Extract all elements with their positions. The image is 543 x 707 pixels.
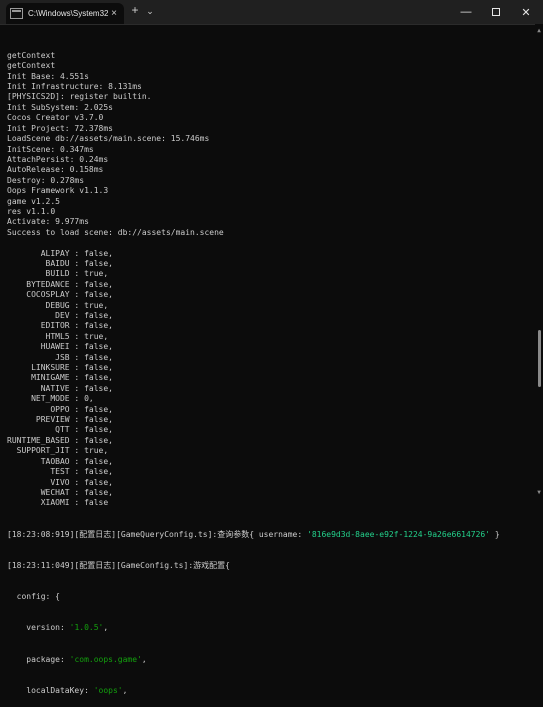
- console-line: Init SubSystem: 2.025s: [7, 102, 113, 112]
- console-line: DEV : false,: [7, 311, 113, 320]
- console-line: LoadScene db://assets/main.scene: 15.746…: [7, 134, 210, 144]
- config-value: 'oops': [93, 685, 123, 695]
- log-line-game-config: [18:23:11:049][配置日志][GameConfig.ts]:游戏配置…: [7, 561, 533, 571]
- console-line: DEBUG : true,: [7, 300, 109, 310]
- config-localdatakey-line: localDataKey: 'oops',: [7, 686, 533, 696]
- console-line: VIVO : false,: [7, 477, 113, 487]
- comma: ,: [103, 623, 109, 633]
- console-line: OPPO : false,: [7, 404, 113, 414]
- console-line: BAIDU : false,: [7, 258, 113, 268]
- console-line: BYTEDANCE : false,: [7, 279, 113, 289]
- config-open-line: config: {: [7, 592, 60, 602]
- console-line: HTML5 : true,: [7, 331, 109, 341]
- console-line: InitScene: 0.347ms: [7, 144, 94, 154]
- title-bar: C:\Windows\System32\cmd.e × + ⌄ — ✕: [0, 0, 543, 25]
- log-suffix: }: [490, 529, 500, 539]
- console-line: NATIVE : false,: [7, 383, 113, 393]
- close-button[interactable]: ✕: [511, 0, 541, 24]
- console-line: Cocos Creator v3.7.0: [7, 113, 104, 123]
- log-timestamp: [18:23:08:919]: [7, 529, 75, 539]
- scroll-up-icon[interactable]: ▲: [535, 27, 543, 35]
- config-value: 'com.oops.game': [69, 654, 142, 664]
- console-line: LINKSURE : false,: [7, 363, 113, 373]
- comma: ,: [141, 654, 147, 664]
- console-line: TAOBAO : false,: [7, 456, 113, 466]
- console-line: game v1.2.5: [7, 196, 60, 206]
- maximize-button[interactable]: [481, 0, 511, 24]
- config-value: '1.0.5': [69, 623, 104, 633]
- new-tab-button[interactable]: +: [128, 3, 142, 17]
- scroll-down-icon[interactable]: ▼: [535, 489, 543, 497]
- comma: ,: [122, 685, 128, 695]
- console-line: AutoRelease: 0.158ms: [7, 165, 104, 175]
- console-line: res v1.1.0: [7, 206, 56, 216]
- config-version-line: version: '1.0.5',: [7, 623, 533, 633]
- console-lines: getContext getContext Init Base: 4.551s Ini…: [7, 51, 533, 509]
- minimize-button[interactable]: —: [451, 0, 481, 24]
- console-line: COCOSPLAY : false,: [7, 290, 113, 300]
- console-line: Init Base: 4.551s: [7, 71, 89, 81]
- maximize-icon: [492, 8, 500, 16]
- console-output[interactable]: getContext getContext Init Base: 4.551s Ini…: [7, 30, 533, 707]
- config-package-line: package: 'com.oops.game',: [7, 655, 533, 665]
- scrollbar-thumb[interactable]: [538, 330, 541, 387]
- tab-close-icon[interactable]: ×: [108, 8, 120, 19]
- console-line: Activate: 9.977ms: [7, 217, 89, 227]
- log-text: [配置日志][GameConfig.ts]:游戏配置{: [74, 560, 230, 570]
- console-line: TEST : false,: [7, 467, 113, 477]
- config-key: version:: [7, 623, 70, 633]
- console-line: Init Project: 72.378ms: [7, 123, 113, 133]
- console-line: JSB : false,: [7, 352, 113, 362]
- console-line: Init Infrastructure: 8.131ms: [7, 82, 142, 92]
- chevron-down-icon[interactable]: ⌄: [144, 6, 156, 17]
- log-text: [配置日志][GameQueryConfig.ts]:查询参数{ usernam…: [74, 529, 308, 539]
- console-line: RUNTIME_BASED : false,: [7, 435, 113, 445]
- console-line: AttachPersist: 0.24ms: [7, 154, 109, 164]
- console-line: getContext: [7, 50, 56, 60]
- console-line: ALIPAY : false,: [7, 248, 113, 258]
- terminal-icon: [10, 8, 23, 19]
- console-line: SUPPORT_JIT : true,: [7, 446, 109, 456]
- console-line: HUAWEI : false,: [7, 342, 113, 352]
- console-line: getContext: [7, 61, 56, 71]
- username-value: '816e9d3d-8aee-e92f-1224-9a26e6614726': [307, 529, 491, 539]
- config-key: package:: [7, 654, 70, 664]
- vertical-scrollbar[interactable]: ▲ ▼: [535, 24, 543, 500]
- console-line: Destroy: 0.278ms: [7, 175, 85, 185]
- console-line: PREVIEW : false,: [7, 415, 113, 425]
- config-key: localDataKey:: [7, 685, 94, 695]
- terminal-tab[interactable]: C:\Windows\System32\cmd.e ×: [6, 3, 124, 24]
- log-line-query-config: [18:23:08:919][配置日志][GameQueryConfig.ts]…: [7, 530, 533, 540]
- console-line: Success to load scene: db://assets/main.…: [7, 227, 224, 237]
- console-line: Oops Framework v1.1.3: [7, 186, 109, 196]
- log-timestamp: [18:23:11:049]: [7, 560, 75, 570]
- console-line: [PHYSICS2D]: register builtin.: [7, 92, 152, 102]
- console-line: QTT : false,: [7, 425, 113, 435]
- console-line: NET_MODE : 0,: [7, 394, 94, 404]
- console-line: BUILD : true,: [7, 269, 109, 279]
- console-line: WECHAT : false,: [7, 487, 113, 497]
- tab-title: C:\Windows\System32\cmd.e: [28, 9, 108, 18]
- console-line: MINIGAME : false,: [7, 373, 113, 383]
- console-line: EDITOR : false,: [7, 321, 113, 331]
